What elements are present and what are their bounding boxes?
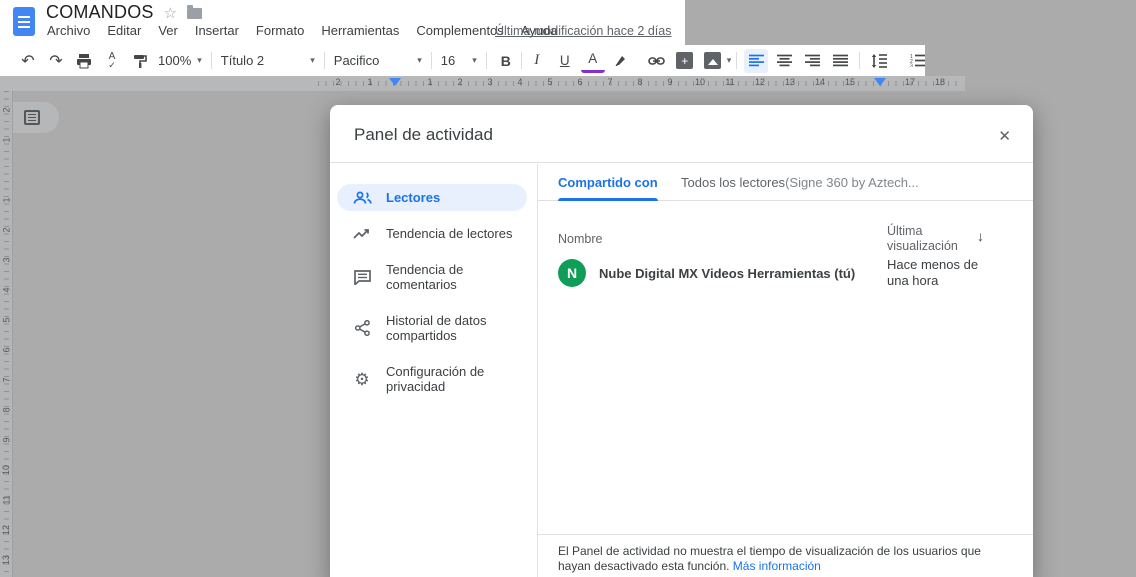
dialog-footer: El Panel de actividad no muestra el tiem… — [538, 534, 1033, 574]
menu-bar: Archivo Editar Ver Insertar Formato Herramien… — [47, 23, 557, 38]
insert-link-button[interactable] — [645, 49, 669, 73]
menu-item[interactable]: Herramientas — [321, 23, 399, 38]
close-icon[interactable]: ✕ — [996, 125, 1013, 147]
right-indent-marker[interactable] — [874, 78, 886, 86]
document-title[interactable]: COMANDOS — [46, 2, 154, 23]
zoom-select[interactable]: 100% ▾ — [154, 53, 206, 68]
svg-text:3: 3 — [910, 64, 913, 68]
text-color-button[interactable]: A — [580, 49, 605, 73]
sort-desc-icon: ↓ — [977, 228, 984, 244]
sidebar-item-label: Historial de datos compartidos — [386, 313, 487, 343]
dialog-sidebar: Lectores Tendencia de lectores Tendencia… — [330, 164, 537, 577]
align-center-button[interactable] — [772, 49, 796, 73]
share-icon — [352, 320, 372, 336]
line-spacing-button[interactable] — [867, 49, 891, 73]
move-folder-icon[interactable] — [187, 5, 203, 19]
undo-button[interactable]: ↶ — [16, 49, 40, 73]
menu-item[interactable]: Ver — [158, 23, 178, 38]
font-size-select[interactable]: 16 ▾ — [437, 53, 481, 68]
document-outline-icon — [24, 110, 40, 125]
paragraph-style-select[interactable]: Título 2 ▾ — [217, 53, 319, 68]
dialog-header: Panel de actividad ✕ — [330, 105, 1033, 163]
align-right-button[interactable] — [800, 49, 824, 73]
sidebar-item-sharing-history[interactable]: Historial de datos compartidos — [337, 307, 527, 349]
tab-all-viewers[interactable]: Todos los lectores (Signe 360 by Aztech.… — [681, 164, 919, 201]
underline-button[interactable]: U — [553, 49, 577, 73]
column-header-last-view[interactable]: Última visualización ↓ — [887, 224, 984, 254]
star-icon[interactable]: ☆ — [164, 4, 177, 22]
sidebar-item-privacy-settings[interactable]: ⚙ Configuración de privacidad — [337, 358, 527, 400]
sidebar-item-reader-trend[interactable]: Tendencia de lectores — [337, 220, 527, 247]
dialog-title: Panel de actividad — [354, 125, 493, 144]
avatar: N — [558, 259, 586, 287]
justify-button[interactable] — [828, 49, 852, 73]
insert-image-button[interactable] — [701, 49, 725, 73]
horizontal-ruler: 21 1 2 3 4 5 6 7 8 9 10 11 12 13 14 15 17 18 — [0, 76, 965, 91]
menu-item[interactable]: Complementos — [416, 23, 503, 38]
viewer-last-view: Hace menos de una hora — [887, 257, 979, 288]
readers-icon — [352, 191, 372, 205]
align-left-button[interactable] — [744, 48, 769, 73]
sidebar-item-label: Configuración de privacidad — [386, 364, 485, 394]
menu-item[interactable]: Insertar — [195, 23, 239, 38]
comment-icon — [352, 269, 372, 285]
font-select[interactable]: Pacifico ▾ — [330, 53, 426, 68]
dim-overlay — [685, 0, 1136, 45]
docs-logo-icon[interactable] — [13, 7, 35, 36]
learn-more-link[interactable]: Más información — [733, 559, 821, 573]
add-comment-button[interactable]: + — [673, 49, 697, 73]
chevron-down-icon: ▾ — [197, 55, 202, 65]
tab-bar: Compartido con Todos los lectores (Signe… — [538, 164, 1033, 201]
menu-item[interactable]: Formato — [256, 23, 304, 38]
sidebar-item-label: Lectores — [386, 190, 441, 205]
chevron-down-icon: ▾ — [310, 55, 315, 65]
print-button[interactable] — [72, 49, 96, 73]
chevron-down-icon: ▾ — [472, 55, 477, 65]
vertical-ruler: 21 1 2 3 4 5 6 7 8 9 10 11 12 13 — [0, 91, 13, 577]
last-modified-link[interactable]: Última modificación hace 2 días — [495, 24, 671, 38]
left-indent-marker[interactable] — [389, 78, 401, 86]
chevron-down-icon[interactable]: ▾ — [727, 55, 732, 66]
chevron-down-icon: ▾ — [417, 55, 422, 65]
gear-icon: ⚙ — [354, 369, 370, 389]
trend-chart-icon — [352, 228, 372, 240]
tab-shared-with[interactable]: Compartido con — [558, 164, 658, 201]
show-outline-button[interactable] — [13, 102, 59, 133]
column-header-name: Nombre — [558, 232, 603, 246]
redo-button[interactable]: ↷ — [44, 49, 68, 73]
sidebar-item-readers[interactable]: Lectores — [337, 184, 527, 211]
menu-item[interactable]: Archivo — [47, 23, 90, 38]
dialog-content: Compartido con Todos los lectores (Signe… — [538, 164, 1033, 577]
dim-overlay — [925, 45, 1136, 76]
activity-dashboard-dialog: Panel de actividad ✕ Lectores Tendencia … — [330, 105, 1033, 577]
sidebar-item-label: Tendencia de lectores — [386, 226, 513, 241]
menu-item[interactable]: Editar — [107, 23, 141, 38]
dim-overlay — [965, 76, 1136, 91]
italic-button[interactable]: I — [525, 49, 549, 73]
spellcheck-button[interactable]: A ✓ — [100, 49, 124, 73]
sidebar-item-comment-trend[interactable]: Tendencia de comentarios — [337, 256, 527, 298]
viewer-name: Nube Digital MX Videos Herramientas (tú) — [599, 265, 856, 281]
bold-button[interactable]: B — [494, 49, 518, 73]
paint-format-button[interactable] — [128, 49, 152, 73]
highlight-color-button[interactable] — [609, 49, 633, 73]
sidebar-item-label: Tendencia de comentarios — [386, 262, 464, 292]
